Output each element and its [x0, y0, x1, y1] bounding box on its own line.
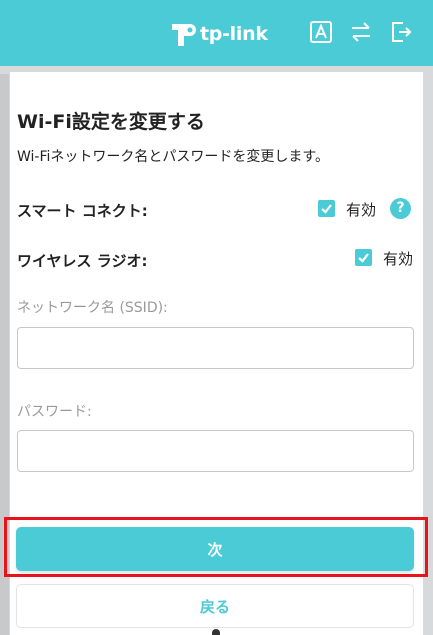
next-button[interactable]: 次	[16, 527, 414, 571]
check-icon	[321, 204, 332, 214]
logo-text: tp-link	[200, 23, 268, 45]
check-icon	[358, 253, 369, 263]
font-icon[interactable]	[309, 20, 333, 44]
page-title: Wi-Fi設定を変更する	[17, 111, 205, 133]
wireless-radio-label: ワイヤレス ラジオ:	[17, 252, 148, 270]
back-button[interactable]: 戻る	[16, 584, 414, 628]
bottom-indicator	[212, 629, 220, 635]
tp-link-logo-icon	[172, 24, 196, 46]
wireless-radio-checkbox[interactable]	[355, 249, 372, 266]
top-header: tp-link	[0, 0, 433, 66]
logout-icon[interactable]	[389, 20, 413, 44]
smart-connect-checkbox[interactable]	[318, 200, 335, 217]
password-input[interactable]	[17, 430, 414, 472]
wireless-radio-checkbox-label: 有効	[383, 250, 414, 268]
ssid-input[interactable]	[17, 327, 414, 369]
smart-connect-checkbox-label: 有効	[346, 201, 377, 219]
page-description: Wi-Fiネットワーク名とパスワードを変更します。	[17, 149, 329, 165]
tp-link-logo: tp-link	[168, 14, 268, 54]
smart-connect-label: スマート コネクト:	[17, 202, 148, 220]
help-icon[interactable]: ?	[390, 198, 411, 219]
password-label: パスワード:	[17, 404, 92, 420]
swap-icon[interactable]	[349, 20, 373, 44]
ssid-label: ネットワーク名 (SSID):	[17, 300, 168, 316]
